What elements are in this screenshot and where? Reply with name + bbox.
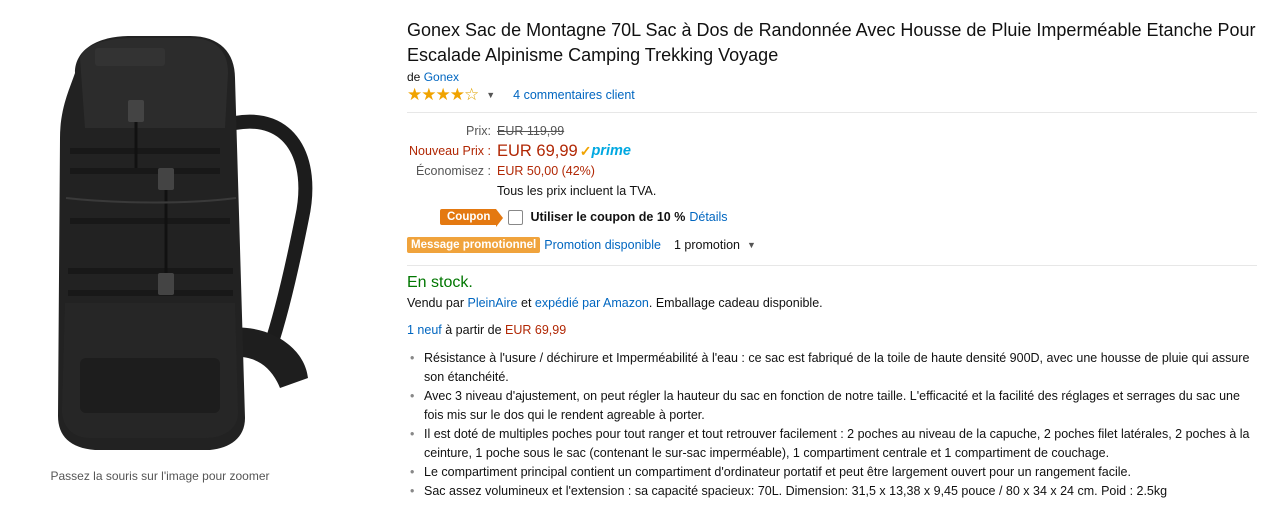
- savings-value: EUR 50,00 (42%): [497, 164, 595, 178]
- coupon-details-link[interactable]: Détails: [689, 210, 727, 224]
- promotion-count[interactable]: 1 promotion: [674, 238, 740, 252]
- coupon-row: Coupon Utiliser le coupon de 10 % Détail…: [440, 207, 1257, 227]
- feature-bullet: Sac assez volumineux et l'extension : sa…: [407, 482, 1254, 501]
- zoom-hint: Passez la souris sur l'image pour zoomer: [50, 469, 270, 483]
- check-icon: ✓: [579, 142, 592, 159]
- seller-link[interactable]: PleinAire: [467, 296, 517, 310]
- star-filled-icon: ★: [421, 85, 436, 104]
- promo-badge: Message promotionnel: [407, 237, 541, 253]
- offers-from: à partir de: [445, 323, 502, 337]
- and-text: et: [521, 296, 532, 310]
- tax-row: Tous les prix incluent la TVA.: [407, 181, 1257, 201]
- tax-note: Tous les prix incluent la TVA.: [497, 184, 657, 198]
- reviews-link[interactable]: 4 commentaires client: [513, 88, 635, 102]
- offers-price: EUR 69,99: [505, 323, 567, 337]
- rating-row: ★★★★☆ ▼ 4 commentaires client: [407, 85, 1257, 105]
- savings-label: Économisez :: [415, 164, 491, 178]
- seller-info: Vendu par PleinAire et expédié par Amazo…: [407, 296, 1257, 310]
- promotion-row: Message promotionnel Promotion disponibl…: [407, 235, 1257, 255]
- prime-badge[interactable]: ✓ prime: [580, 143, 631, 160]
- feature-bullets: Résistance à l'usure / déchirure et Impe…: [407, 349, 1257, 501]
- savings-row: Économisez : EUR 50,00 (42%): [407, 161, 1257, 181]
- star-filled-icon: ★: [407, 85, 422, 104]
- feature-bullet: Avec 3 niveau d'ajustement, on peut régl…: [407, 387, 1254, 425]
- star-empty-icon: ☆: [464, 85, 479, 104]
- coupon-text: Utiliser le coupon de 10 %: [530, 210, 686, 224]
- offers-line: 1 neuf à partir de EUR 69,99: [407, 323, 1257, 337]
- feature-bullet: Il est doté de multiples poches pour tou…: [407, 425, 1254, 463]
- price-block: Prix: EUR 119,99 Nouveau Prix : EUR 69,9…: [407, 121, 1257, 201]
- product-title: Gonex Sac de Montagne 70L Sac à Dos de R…: [407, 20, 1256, 65]
- chevron-down-icon[interactable]: ▼: [747, 240, 756, 250]
- product-details: Gonex Sac de Montagne 70L Sac à Dos de R…: [407, 0, 1257, 501]
- feature-bullet: Résistance à l'usure / déchirure et Impe…: [407, 349, 1254, 387]
- chevron-down-icon[interactable]: ▼: [486, 90, 495, 100]
- brand-link[interactable]: Gonex: [424, 70, 459, 84]
- divider: [407, 112, 1257, 113]
- shipped-by-link[interactable]: expédié par Amazon: [535, 296, 649, 310]
- byline: de Gonex: [407, 70, 1257, 84]
- prime-label: prime: [591, 143, 631, 159]
- new-price: EUR 69,99: [497, 141, 578, 160]
- stock-status: En stock.: [407, 274, 473, 291]
- star-filled-icon: ★: [435, 85, 451, 104]
- coupon-checkbox[interactable]: [508, 209, 524, 225]
- product-image[interactable]: [40, 18, 320, 463]
- new-price-label: Nouveau Prix :: [409, 144, 491, 158]
- by-label: de: [407, 70, 421, 84]
- divider: [407, 265, 1257, 266]
- image-column: Passez la souris sur l'image pour zoomer: [0, 0, 400, 527]
- gift-wrap-text: . Emballage cadeau disponible.: [648, 296, 823, 310]
- promotion-link[interactable]: Promotion disponible: [544, 238, 661, 252]
- coupon-badge: Coupon: [440, 209, 504, 227]
- star-filled-icon: ★: [449, 85, 465, 104]
- new-offers-link[interactable]: 1 neuf: [407, 323, 442, 337]
- list-price-label: Prix:: [466, 124, 491, 138]
- feature-bullet: Le compartiment principal contient un co…: [407, 463, 1254, 482]
- star-rating[interactable]: ★★★★☆: [407, 85, 479, 105]
- sold-by-label: Vendu par: [407, 296, 464, 310]
- new-price-row: Nouveau Prix : EUR 69,99 ✓ prime: [407, 141, 1257, 161]
- list-price-row: Prix: EUR 119,99: [407, 121, 1257, 141]
- list-price: EUR 119,99: [497, 124, 565, 138]
